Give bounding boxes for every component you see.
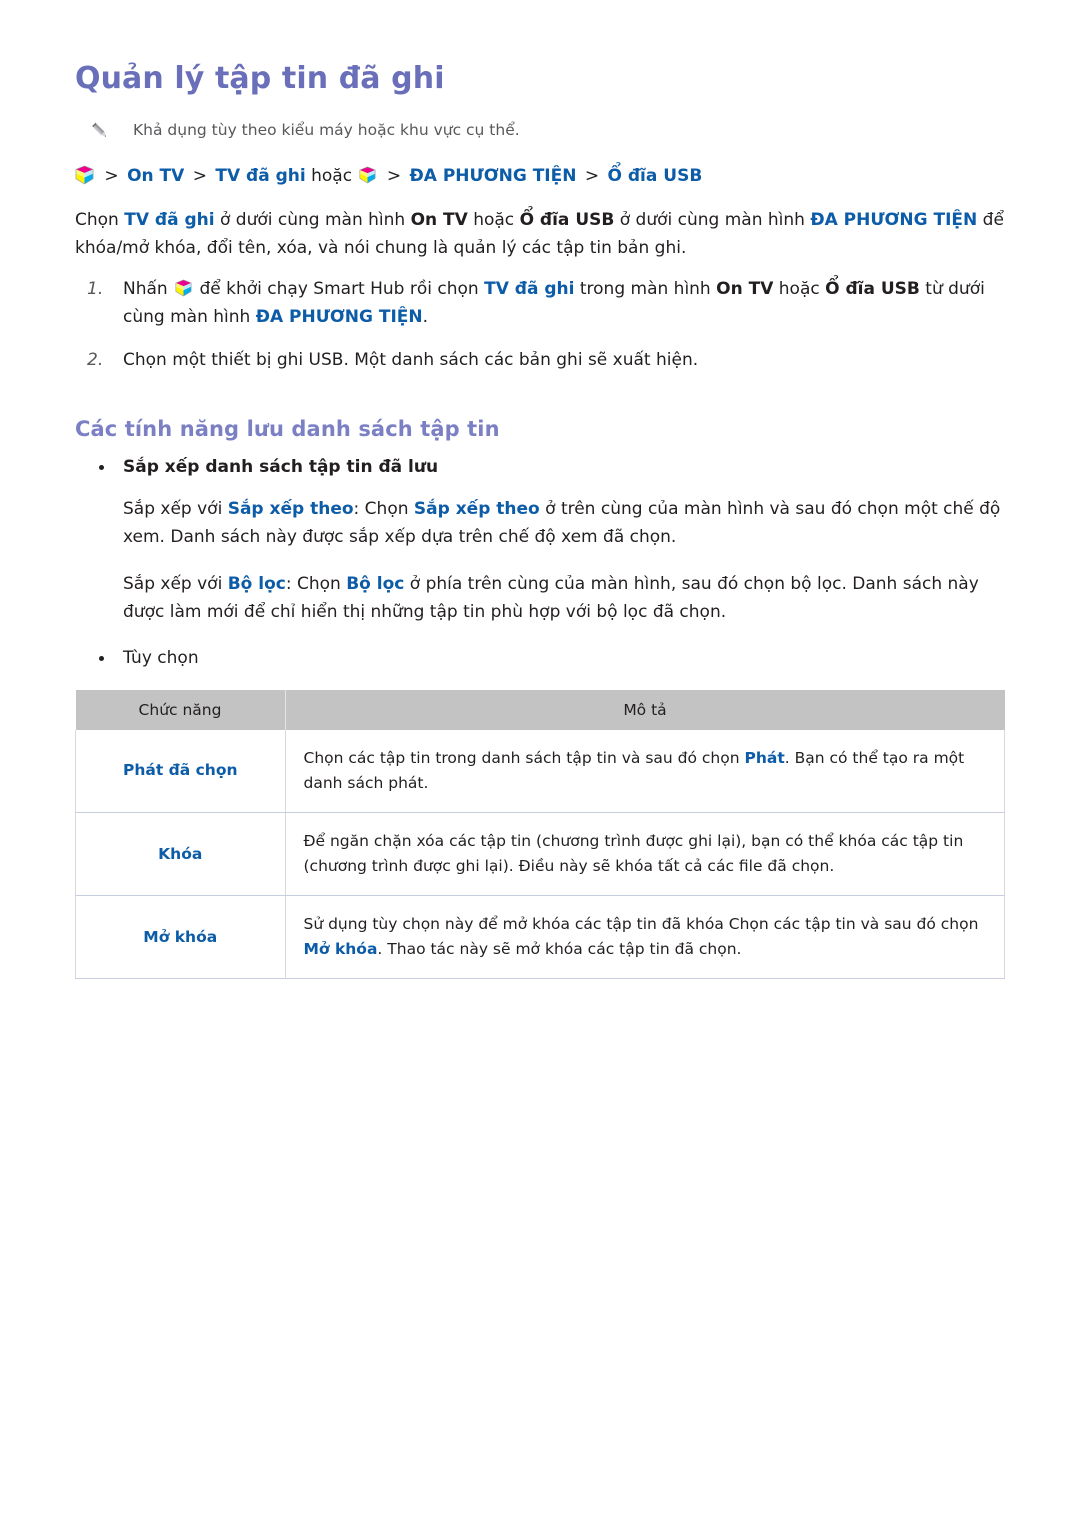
row2-text-1: Để ngăn chặn xóa các tập tin (chương trì… [303, 832, 964, 876]
sort-paragraph-2: Sắp xếp với Bộ lọc: Chọn Bộ lọc ở phía t… [123, 571, 1005, 626]
table-row: Phát đã chọn Chọn các tập tin trong danh… [75, 729, 1005, 813]
step1-text-3: trong màn hình [574, 279, 717, 300]
manual-page: Quản lý tập tin đã ghi Khả dụng tùy theo… [0, 0, 1080, 1527]
sort2-text-2: : Chọn [285, 574, 347, 595]
options-table-body: Phát đã chọn Chọn các tập tin trong danh… [75, 729, 1005, 980]
intro-text-2: ở dưới cùng màn hình [214, 210, 411, 230]
breadcrumb-item-on-tv[interactable]: On TV [127, 166, 184, 186]
step-item-2: 2. Chọn một thiết bị ghi USB. Một danh s… [75, 347, 1005, 375]
table-header-function: Chức năng [75, 689, 286, 730]
bullet-label-options: Tùy chọn [123, 648, 199, 669]
smart-hub-cube-icon-2 [359, 166, 376, 184]
intro-bold-da-phuong-tien: ĐA PHƯƠNG TIỆN [810, 210, 978, 230]
breadcrumb-sep-4: > [584, 165, 600, 186]
breadcrumb-conjunction: hoặc [311, 165, 353, 186]
steps-list: 1. Nhấn để khởi chạy Smart Hub rồi chọn … [75, 276, 1005, 375]
smart-hub-cube-icon [75, 165, 94, 185]
options-table: Chức năng Mô tả Phát đã chọn Chọn các tậ… [75, 689, 1005, 980]
table-cell-function-mo-khoa: Mở khóa [75, 895, 286, 980]
features-bullet-list: Sắp xếp danh sách tập tin đã lưu Sắp xếp… [75, 455, 1005, 672]
row1-text-1: Chọn các tập tin trong danh sách tập tin… [303, 748, 745, 767]
step1-text-6: . [422, 306, 429, 327]
table-header-description: Mô tả [285, 689, 1005, 730]
table-row: Mở khóa Sử dụng tùy chọn này để mở khóa … [75, 895, 1005, 980]
page-title: Quản lý tập tin đã ghi [75, 61, 445, 96]
table-cell-function-phat-da-chon: Phát đã chọn [75, 729, 286, 813]
breadcrumb-item-da-phuong-tien[interactable]: ĐA PHƯƠNG TIỆN [410, 166, 577, 186]
bullet-label-sort: Sắp xếp danh sách tập tin đã lưu [123, 456, 439, 477]
table-header-row: Chức năng Mô tả [75, 689, 1005, 730]
sort-paragraph-1: Sắp xếp với Sắp xếp theo: Chọn Sắp xếp t… [123, 496, 1005, 551]
table-row: Khóa Để ngăn chặn xóa các tập tin (chươn… [75, 812, 1005, 897]
breadcrumb: > On TV > TV đã ghi hoặc > ĐA PHƯƠNG TIỆ… [75, 164, 1005, 190]
row1-bold-phat: Phát [744, 748, 785, 767]
sort1-bold-sap-xep-theo-1: Sắp xếp theo [227, 499, 354, 520]
step1-text-4: hoặc [773, 279, 826, 300]
breadcrumb-sep-2: > [192, 165, 207, 186]
intro-text-1: Chọn [75, 210, 125, 230]
intro-paragraph: Chọn TV đã ghi ở dưới cùng màn hình On T… [75, 207, 1005, 262]
sort1-bold-sap-xep-theo-2: Sắp xếp theo [413, 499, 540, 520]
intro-text-3: hoặc [467, 210, 520, 230]
note-text: Khả dụng tùy theo kiểu máy hoặc khu vực … [133, 120, 520, 139]
breadcrumb-item-tv-da-ghi[interactable]: TV đã ghi [215, 166, 305, 186]
table-cell-description-mo-khoa: Sử dụng tùy chọn này để mở khóa các tập … [285, 895, 1005, 980]
sort2-bold-bo-loc-2: Bộ lọc [346, 574, 405, 595]
note-row: Khả dụng tùy theo kiểu máy hoặc khu vực … [75, 119, 1005, 142]
sort1-text-2: : Chọn [353, 499, 414, 520]
bullet-item-options: Tùy chọn [75, 646, 1005, 672]
row3-text-1: Sử dụng tùy chọn này để mở khóa các tập … [303, 915, 979, 934]
table-cell-function-khoa: Khóa [75, 812, 286, 897]
row3-bold-mo-khoa: Mở khóa [303, 940, 378, 959]
sort-sub-paragraphs: Sắp xếp với Sắp xếp theo: Chọn Sắp xếp t… [123, 496, 1005, 626]
sort2-bold-bo-loc-1: Bộ lọc [227, 574, 286, 595]
step-number-1: 1. [87, 279, 104, 300]
intro-bold-tv-da-ghi: TV đã ghi [124, 210, 215, 230]
table-cell-description-phat-da-chon: Chọn các tập tin trong danh sách tập tin… [285, 729, 1005, 813]
options-table-head: Chức năng Mô tả [75, 689, 1005, 730]
step1-bold-tv-da-ghi: TV đã ghi [484, 279, 575, 300]
step1-bold-da-phuong-tien: ĐA PHƯƠNG TIỆN [255, 306, 423, 327]
intro-text-4: ở dưới cùng màn hình [614, 210, 811, 230]
step1-text-1: Nhấn [123, 279, 174, 300]
row3-text-2: . Thao tác này sẽ mở khóa các tập tin đã… [377, 940, 742, 959]
step-item-1: 1. Nhấn để khởi chạy Smart Hub rồi chọn … [75, 276, 1005, 331]
breadcrumb-item-o-dia-usb[interactable]: Ổ đĩa USB [608, 166, 703, 186]
sort1-text-1: Sắp xếp với [123, 499, 228, 520]
step1-text-2: để khởi chạy Smart Hub rồi chọn [194, 279, 485, 300]
step1-bold-o-dia-usb: Ổ đĩa USB [825, 279, 920, 300]
step1-bold-on-tv: On TV [716, 279, 774, 300]
smart-hub-cube-icon-3 [175, 279, 192, 297]
section-title: Các tính năng lưu danh sách tập tin [75, 416, 500, 441]
breadcrumb-sep-3: > [386, 165, 402, 186]
step-number-2: 2. [87, 350, 104, 371]
step2-text-1: Chọn một thiết bị ghi USB. Một danh sách… [123, 350, 699, 371]
sort2-text-1: Sắp xếp với [123, 574, 228, 595]
intro-bold-on-tv: On TV [410, 210, 468, 230]
pencil-icon [89, 120, 111, 142]
intro-bold-o-dia-usb: Ổ đĩa USB [519, 210, 615, 230]
table-cell-description-khoa: Để ngăn chặn xóa các tập tin (chương trì… [285, 812, 1005, 897]
bullet-item-sort: Sắp xếp danh sách tập tin đã lưu Sắp xếp… [75, 455, 1005, 627]
page-content: Quản lý tập tin đã ghi Khả dụng tùy theo… [75, 61, 1005, 980]
breadcrumb-sep-1: > [104, 165, 119, 186]
